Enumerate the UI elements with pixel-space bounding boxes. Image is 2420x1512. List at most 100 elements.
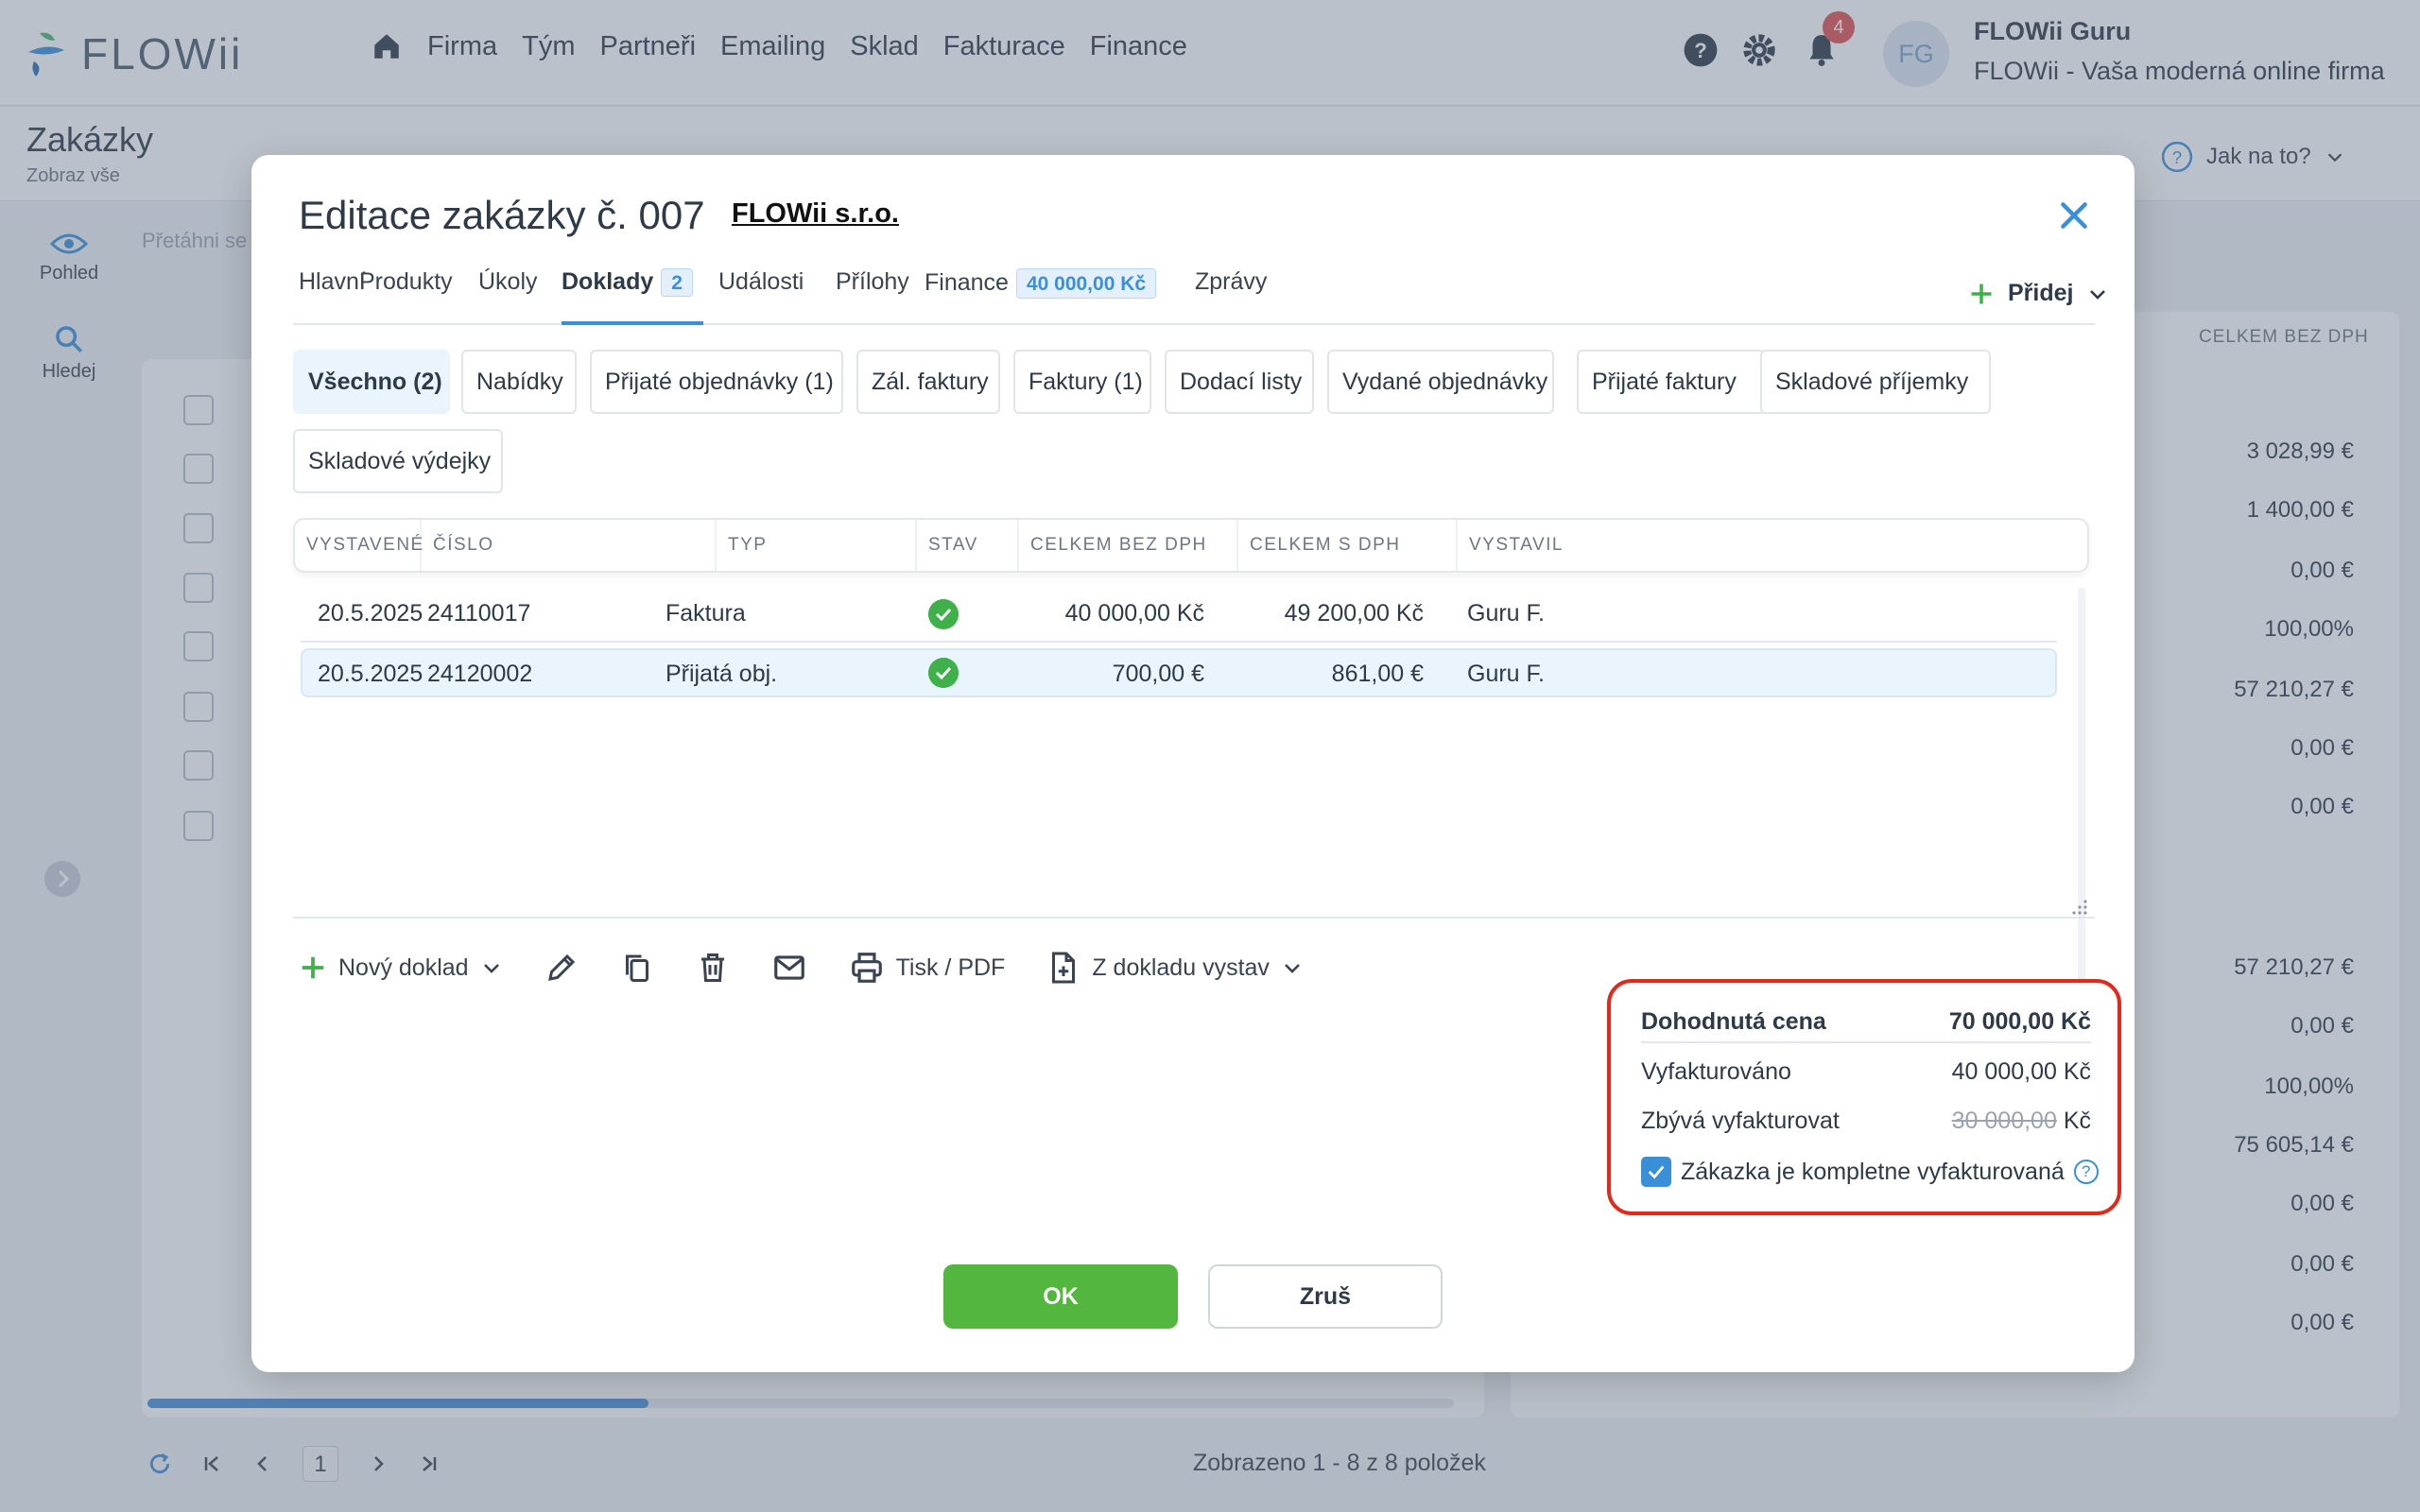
filter-stock-receipts[interactable]: Skladové příjemky [1760,350,1991,414]
copy-icon [625,954,648,982]
edit-button[interactable] [544,951,579,985]
filter-invoices[interactable]: Faktury (1) [1013,350,1151,414]
create-from-document-label: Z dokladu vystav [1092,954,1270,981]
cell-number: 24110017 [427,600,531,627]
tab-label: Produkty [359,268,453,295]
close-icon[interactable] [2055,197,2093,234]
documents-toolbar: Nový doklad Tisk / PDF Z dokladu vystav [299,941,1345,994]
agreed-price-value: 70 000,00 Kč [1948,1007,2091,1035]
pencil-icon [547,954,575,981]
print-label: Tisk / PDF [895,954,1006,981]
tab-events[interactable]: Události [718,268,804,325]
status-ok-icon [928,658,959,688]
status-ok-icon [928,599,959,629]
tab-label: Finance [925,269,1009,296]
cell-issued-by: Guru F. [1467,661,1545,687]
agreed-price-label: Dohodnutá cena [1641,1007,1826,1035]
table-row-selected[interactable]: 20.5.2025 24120002 Přijatá obj. 700,00 €… [301,648,2057,697]
question-circle-icon[interactable]: ? [2073,1160,2099,1184]
plus-icon [302,956,324,979]
filter-advance-invoices[interactable]: Zál. faktury [856,350,1000,414]
cell-type: Přijatá obj. [666,661,778,687]
documents-table-header: VYSTAVENÉ ČÍSLO TYP STAV CELKEM BEZ DPH … [293,518,2089,573]
list-divider [293,917,2095,919]
invoiced-value: 40 000,00 Kč [1951,1057,2091,1085]
tab-label: Doklady [562,268,654,295]
chevron-down-icon [1285,964,1300,973]
printer-icon [851,953,882,983]
cell-issued-by: Guru F. [1467,600,1545,627]
filter-all[interactable]: Všechno (2) [293,350,450,414]
remaining-row: Zbývá vyfakturovat 30 000,00 Kč [1641,1100,2091,1142]
resize-handle-icon[interactable] [2070,898,2089,917]
col-number[interactable]: ČÍSLO [422,520,717,571]
edit-order-dialog: Editace zakázky č. 007 FLOWii s.r.o. Hla… [251,155,2135,1372]
ok-button[interactable]: OK [943,1264,1178,1329]
filter-received-orders[interactable]: Přijaté objednávky (1) [590,350,843,414]
cell-gross-total: 861,00 € [1331,661,1424,687]
col-gross-total[interactable]: CELKEM S DPH [1238,520,1458,571]
invoicing-summary: Dohodnutá cena 70 000,00 Kč Vyfakturován… [1607,979,2121,1215]
row-divider [301,641,2057,643]
chevron-down-icon [2090,289,2106,300]
chevron-down-icon [483,964,499,973]
tab-label: Události [718,268,804,295]
cell-number: 24120002 [427,661,533,687]
filter-issued-orders[interactable]: Vydané objednávky [1327,350,1554,414]
tab-label: Přílohy [836,268,909,295]
col-issued[interactable]: VYSTAVENÉ [295,520,423,571]
company-link[interactable]: FLOWii s.r.o. [732,198,899,230]
check-icon [1648,1165,1665,1179]
delete-button[interactable] [696,951,730,985]
table-row[interactable]: 20.5.2025 24110017 Faktura 40 000,00 Kč … [301,590,2057,639]
agreed-price-row: Dohodnutá cena 70 000,00 Kč [1641,1002,2091,1043]
filter-stock-issues[interactable]: Skladové výdejky [293,429,503,493]
tab-finance[interactable]: Finance 40 000,00 Kč [925,268,1157,325]
cell-type: Faktura [666,600,746,627]
copy-button[interactable] [620,951,654,985]
trash-icon [700,954,724,982]
tab-label: Zprávy [1195,268,1268,295]
dialog-tabs: Hlavní Produkty Úkoly Doklady 2 Události … [293,268,2106,325]
tab-tasks[interactable]: Úkoly [478,268,538,325]
filter-offers[interactable]: Nabídky [461,350,577,414]
checkbox-checked[interactable] [1641,1157,1671,1187]
cell-date: 20.5.2025 [318,600,424,627]
add-button-label: Přidej [2008,280,2074,306]
plus-icon [1971,284,1992,303]
email-button[interactable] [771,950,807,986]
invoiced-label: Vyfakturováno [1641,1057,1791,1085]
col-issued-by[interactable]: VYSTAVIL [1458,520,1741,571]
cell-date: 20.5.2025 [318,661,424,687]
create-from-document-button[interactable]: Z dokladu vystav [1046,951,1304,985]
dialog-title: Editace zakázky č. 007 [299,193,705,237]
cell-gross-total: 49 200,00 Kč [1284,600,1424,627]
remaining-value: 30 000,00 [1951,1107,2057,1134]
print-button[interactable]: Tisk / PDF [849,950,1006,986]
col-status[interactable]: STAV [917,520,1019,571]
col-type[interactable]: TYP [717,520,917,571]
new-document-label: Nový doklad [338,954,469,981]
cancel-button[interactable]: Zruš [1208,1264,1443,1329]
finance-amount-badge: 40 000,00 Kč [1015,268,1157,299]
document-plus-icon [1052,952,1076,984]
tab-documents[interactable]: Doklady 2 [562,268,703,325]
add-button[interactable]: Přidej [1968,280,2109,307]
new-document-button[interactable]: Nový doklad [299,954,503,982]
tab-label: Hlavní [299,268,366,295]
tab-label: Úkoly [478,268,538,295]
remaining-label: Zbývá vyfakturovat [1641,1107,1840,1134]
envelope-icon [773,955,804,980]
table-vertical-scrollbar[interactable] [2078,588,2085,1041]
cell-net-total: 700,00 € [1112,661,1204,687]
tab-attachments[interactable]: Přílohy [836,268,909,325]
filter-received-invoices[interactable]: Přijaté faktury [1577,350,1766,414]
remaining-unit: Kč [2063,1107,2091,1134]
tab-main[interactable]: Hlavní [299,268,366,325]
col-net-total[interactable]: CELKEM BEZ DPH [1019,520,1238,571]
tab-products[interactable]: Produkty [359,268,453,325]
fully-invoiced-checkbox[interactable]: Zákazka je kompletne vyfakturovaná ? [1641,1157,2099,1187]
documents-count-badge: 2 [661,268,693,297]
filter-delivery-notes[interactable]: Dodací listy [1165,350,1314,414]
tab-messages[interactable]: Zprávy [1195,268,1267,325]
